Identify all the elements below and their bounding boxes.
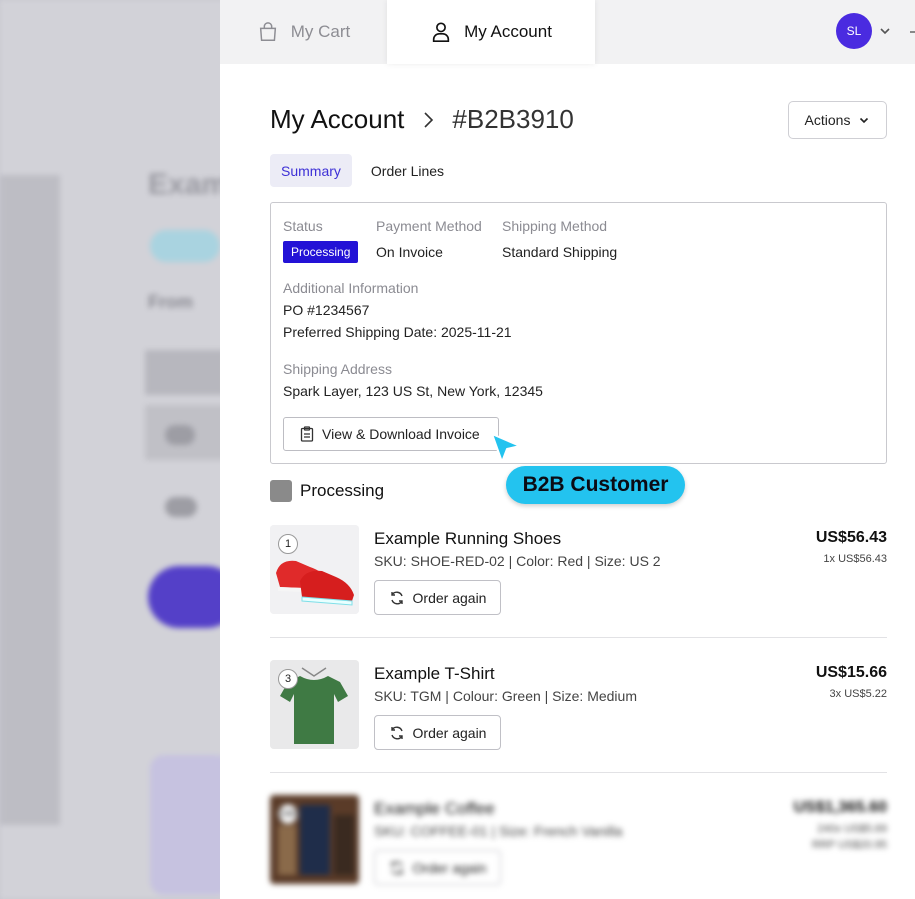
- rrp-price: RRP US$20.95: [811, 839, 887, 851]
- background-subtitle: From: [148, 292, 193, 312]
- line-total: US$1,365.60: [793, 799, 887, 816]
- tab-order-lines[interactable]: Order Lines: [360, 154, 455, 187]
- group-title: Processing: [300, 481, 385, 500]
- b2b-customer-callout: B2B Customer: [506, 466, 685, 504]
- quantity-badge: 3: [278, 669, 298, 689]
- group-status-indicator: [270, 480, 292, 502]
- order-again-button[interactable]: Order again: [374, 580, 501, 615]
- line-total: US$15.66: [815, 664, 887, 681]
- order-summary-card: Status Processing Payment Method On Invo…: [270, 202, 887, 464]
- additional-info-label: Additional Information: [283, 280, 419, 296]
- refresh-icon: [390, 726, 403, 739]
- background-icon: [165, 425, 195, 445]
- shipping-method-value: Standard Shipping: [502, 244, 618, 260]
- background-row: [145, 350, 225, 395]
- account-panel: My Cart My Account SL My Account #B2B391…: [220, 0, 915, 899]
- order-again-label: Order again: [412, 724, 487, 741]
- user-icon: [432, 22, 450, 42]
- shipping-method-label: Shipping Method: [502, 218, 608, 234]
- sub-tabs: Summary Order Lines: [270, 154, 463, 187]
- background-icon: [165, 497, 197, 517]
- background-strip: [0, 175, 60, 825]
- list-item: 1 Example Running Shoes SKU: SHOE-RED-02…: [270, 525, 887, 645]
- tab-my-account-label: My Account: [464, 22, 552, 41]
- tab-my-cart-label: My Cart: [290, 22, 351, 41]
- order-again-button[interactable]: Order again: [374, 850, 501, 885]
- line-total: US$56.43: [815, 529, 887, 546]
- unit-price: 1x US$56.43: [823, 553, 887, 565]
- actions-button[interactable]: Actions: [788, 101, 887, 139]
- breadcrumb: My Account #B2B3910: [270, 104, 574, 135]
- chevron-right-icon: [424, 111, 434, 128]
- refresh-icon: [390, 861, 403, 874]
- shipping-address-label: Shipping Address: [283, 361, 392, 377]
- status-badge: Processing: [283, 241, 359, 263]
- tab-my-cart[interactable]: My Cart: [220, 0, 387, 64]
- po-number: PO #1234567: [283, 302, 370, 318]
- pointer-cursor-icon: [491, 433, 521, 463]
- unit-price: 3x US$5.22: [829, 688, 887, 700]
- avatar[interactable]: SL: [836, 13, 872, 49]
- top-bar: My Cart My Account SL: [220, 0, 915, 64]
- view-download-invoice-button[interactable]: View & Download Invoice: [283, 417, 499, 451]
- unit-price: 240x US$5.69: [817, 823, 887, 835]
- quantity-badge: 1: [278, 534, 298, 554]
- refresh-icon: [390, 591, 403, 604]
- payment-method-label: Payment Method: [376, 218, 482, 234]
- product-sku: SKU: COFFEE-01 | Size: French Vanilla: [374, 823, 623, 839]
- actions-button-label: Actions: [804, 112, 851, 128]
- payment-method-value: On Invoice: [376, 244, 443, 260]
- list-item: 3 Example T-Shirt SKU: TGM | Colour: Gre…: [270, 660, 887, 780]
- product-sku: SKU: SHOE-RED-02 | Color: Red | Size: US…: [374, 553, 661, 569]
- tab-summary[interactable]: Summary: [270, 154, 352, 187]
- fulfillment-group-header: Processing: [270, 480, 384, 502]
- order-again-button[interactable]: Order again: [374, 715, 501, 750]
- product-image-tshirt: 3: [270, 660, 359, 749]
- preferred-shipping-date: Preferred Shipping Date: 2025-11-21: [283, 324, 512, 340]
- order-id: #B2B3910: [452, 104, 574, 134]
- tab-my-account[interactable]: My Account: [387, 0, 595, 64]
- chevron-down-icon[interactable]: [878, 24, 892, 38]
- divider: [270, 772, 887, 773]
- product-image-coffee: 240: [270, 795, 359, 884]
- product-name[interactable]: Example Running Shoes: [374, 529, 561, 549]
- shopping-bag-icon: [259, 22, 276, 41]
- overflow-mark: [910, 31, 915, 33]
- invoice-button-label: View & Download Invoice: [322, 426, 480, 442]
- order-again-label: Order again: [412, 589, 487, 606]
- background-card: [150, 755, 230, 895]
- shipping-address-value: Spark Layer, 123 US St, New York, 12345: [283, 383, 543, 399]
- divider: [270, 637, 887, 638]
- chevron-down-icon: [860, 117, 869, 124]
- breadcrumb-root[interactable]: My Account: [270, 104, 404, 135]
- status-label: Status: [283, 218, 323, 234]
- order-again-label: Order again: [412, 859, 487, 876]
- background-title: Exam: [148, 168, 229, 201]
- product-name[interactable]: Example T-Shirt: [374, 664, 495, 684]
- product-image-shoes: 1: [270, 525, 359, 614]
- quantity-badge: 240: [278, 804, 298, 824]
- background-pill: [150, 230, 220, 262]
- product-name[interactable]: Example Coffee: [374, 799, 495, 819]
- clipboard-icon: [300, 426, 314, 442]
- list-item: 240 Example Coffee SKU: COFFEE-01 | Size…: [270, 795, 887, 899]
- product-sku: SKU: TGM | Colour: Green | Size: Medium: [374, 688, 637, 704]
